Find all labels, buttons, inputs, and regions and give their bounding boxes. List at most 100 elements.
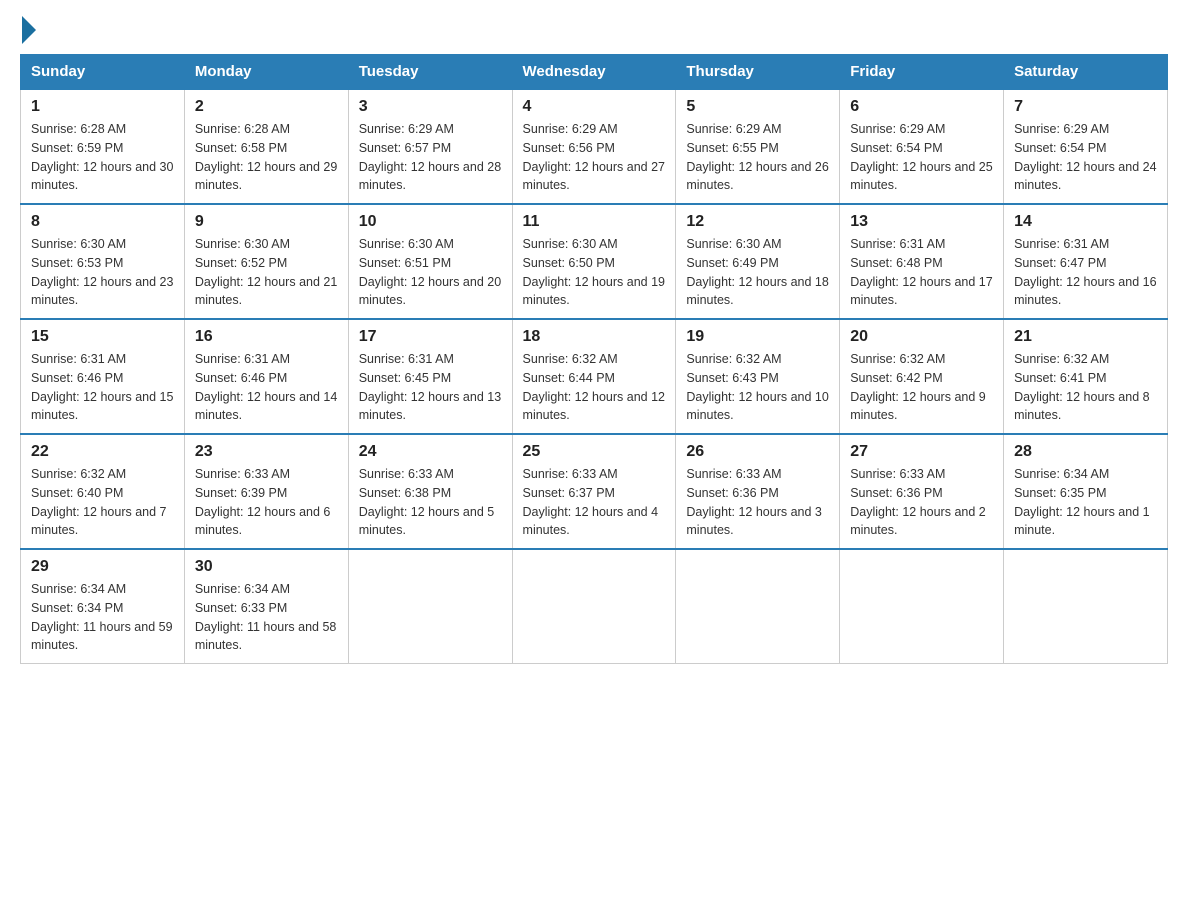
- day-info: Sunrise: 6:29 AMSunset: 6:55 PMDaylight:…: [686, 120, 829, 195]
- day-number: 15: [31, 328, 174, 346]
- calendar-cell: 25 Sunrise: 6:33 AMSunset: 6:37 PMDayligh…: [512, 434, 676, 549]
- calendar-cell: 23 Sunrise: 6:33 AMSunset: 6:39 PMDayligh…: [184, 434, 348, 549]
- calendar-cell: 27 Sunrise: 6:33 AMSunset: 6:36 PMDayligh…: [840, 434, 1004, 549]
- day-info: Sunrise: 6:29 AMSunset: 6:54 PMDaylight:…: [850, 120, 993, 195]
- column-header-wednesday: Wednesday: [512, 55, 676, 90]
- day-number: 23: [195, 443, 338, 461]
- day-info: Sunrise: 6:31 AMSunset: 6:45 PMDaylight:…: [359, 350, 502, 425]
- calendar-cell: 12 Sunrise: 6:30 AMSunset: 6:49 PMDayligh…: [676, 204, 840, 319]
- day-info: Sunrise: 6:30 AMSunset: 6:53 PMDaylight:…: [31, 235, 174, 310]
- calendar-cell: 13Sunrise: 6:31 AMSunset: 6:48 PMDayligh…: [840, 204, 1004, 319]
- calendar-cell: 28 Sunrise: 6:34 AMSunset: 6:35 PMDayligh…: [1004, 434, 1168, 549]
- column-header-friday: Friday: [840, 55, 1004, 90]
- day-number: 14: [1014, 213, 1157, 231]
- day-number: 7: [1014, 98, 1157, 116]
- day-info: Sunrise: 6:32 AMSunset: 6:42 PMDaylight:…: [850, 350, 993, 425]
- day-number: 6: [850, 98, 993, 116]
- calendar-week-row: 8 Sunrise: 6:30 AMSunset: 6:53 PMDaylight…: [21, 204, 1168, 319]
- calendar-cell: 18Sunrise: 6:32 AMSunset: 6:44 PMDayligh…: [512, 319, 676, 434]
- calendar-cell: 24Sunrise: 6:33 AMSunset: 6:38 PMDayligh…: [348, 434, 512, 549]
- calendar-cell: 30 Sunrise: 6:34 AMSunset: 6:33 PMDayligh…: [184, 549, 348, 664]
- day-info: Sunrise: 6:30 AMSunset: 6:52 PMDaylight:…: [195, 235, 338, 310]
- day-number: 17: [359, 328, 502, 346]
- logo: [20, 20, 36, 38]
- day-number: 27: [850, 443, 993, 461]
- day-number: 24: [359, 443, 502, 461]
- day-number: 12: [686, 213, 829, 231]
- day-number: 11: [523, 213, 666, 231]
- calendar-cell: 5Sunrise: 6:29 AMSunset: 6:55 PMDaylight…: [676, 89, 840, 204]
- calendar-cell: 7 Sunrise: 6:29 AMSunset: 6:54 PMDaylight…: [1004, 89, 1168, 204]
- calendar-week-row: 22 Sunrise: 6:32 AMSunset: 6:40 PMDayligh…: [21, 434, 1168, 549]
- day-info: Sunrise: 6:30 AMSunset: 6:51 PMDaylight:…: [359, 235, 502, 310]
- calendar-cell: 17 Sunrise: 6:31 AMSunset: 6:45 PMDayligh…: [348, 319, 512, 434]
- day-info: Sunrise: 6:34 AMSunset: 6:35 PMDaylight:…: [1014, 465, 1157, 540]
- calendar-cell: [1004, 549, 1168, 664]
- day-info: Sunrise: 6:32 AMSunset: 6:40 PMDaylight:…: [31, 465, 174, 540]
- calendar-cell: 19 Sunrise: 6:32 AMSunset: 6:43 PMDayligh…: [676, 319, 840, 434]
- calendar-cell: 4 Sunrise: 6:29 AMSunset: 6:56 PMDaylight…: [512, 89, 676, 204]
- day-info: Sunrise: 6:30 AMSunset: 6:50 PMDaylight:…: [523, 235, 666, 310]
- day-number: 20: [850, 328, 993, 346]
- calendar-cell: 3 Sunrise: 6:29 AMSunset: 6:57 PMDaylight…: [348, 89, 512, 204]
- day-info: Sunrise: 6:32 AMSunset: 6:43 PMDaylight:…: [686, 350, 829, 425]
- calendar-cell: 16 Sunrise: 6:31 AMSunset: 6:46 PMDayligh…: [184, 319, 348, 434]
- column-header-saturday: Saturday: [1004, 55, 1168, 90]
- day-number: 21: [1014, 328, 1157, 346]
- day-info: Sunrise: 6:33 AMSunset: 6:36 PMDaylight:…: [850, 465, 993, 540]
- calendar-cell: 6 Sunrise: 6:29 AMSunset: 6:54 PMDaylight…: [840, 89, 1004, 204]
- day-info: Sunrise: 6:31 AMSunset: 6:46 PMDaylight:…: [31, 350, 174, 425]
- day-info: Sunrise: 6:28 AMSunset: 6:58 PMDaylight:…: [195, 120, 338, 195]
- day-number: 13: [850, 213, 993, 231]
- calendar-cell: 1Sunrise: 6:28 AMSunset: 6:59 PMDaylight…: [21, 89, 185, 204]
- day-number: 25: [523, 443, 666, 461]
- calendar-cell: 29Sunrise: 6:34 AMSunset: 6:34 PMDayligh…: [21, 549, 185, 664]
- day-number: 28: [1014, 443, 1157, 461]
- calendar-cell: 8 Sunrise: 6:30 AMSunset: 6:53 PMDaylight…: [21, 204, 185, 319]
- calendar-cell: 21 Sunrise: 6:32 AMSunset: 6:41 PMDayligh…: [1004, 319, 1168, 434]
- calendar-cell: 26 Sunrise: 6:33 AMSunset: 6:36 PMDayligh…: [676, 434, 840, 549]
- calendar-cell: 14Sunrise: 6:31 AMSunset: 6:47 PMDayligh…: [1004, 204, 1168, 319]
- day-info: Sunrise: 6:33 AMSunset: 6:36 PMDaylight:…: [686, 465, 829, 540]
- day-number: 22: [31, 443, 174, 461]
- page-header: [20, 20, 1168, 38]
- calendar-week-row: 29Sunrise: 6:34 AMSunset: 6:34 PMDayligh…: [21, 549, 1168, 664]
- day-number: 8: [31, 213, 174, 231]
- day-info: Sunrise: 6:29 AMSunset: 6:56 PMDaylight:…: [523, 120, 666, 195]
- calendar-cell: 2 Sunrise: 6:28 AMSunset: 6:58 PMDaylight…: [184, 89, 348, 204]
- calendar-cell: 10 Sunrise: 6:30 AMSunset: 6:51 PMDayligh…: [348, 204, 512, 319]
- calendar-header-row: SundayMondayTuesdayWednesdayThursdayFrid…: [21, 55, 1168, 90]
- day-number: 19: [686, 328, 829, 346]
- day-info: Sunrise: 6:31 AMSunset: 6:46 PMDaylight:…: [195, 350, 338, 425]
- day-number: 3: [359, 98, 502, 116]
- logo-arrow-icon: [22, 16, 36, 44]
- calendar-cell: [676, 549, 840, 664]
- day-info: Sunrise: 6:33 AMSunset: 6:39 PMDaylight:…: [195, 465, 338, 540]
- calendar-cell: 22 Sunrise: 6:32 AMSunset: 6:40 PMDayligh…: [21, 434, 185, 549]
- calendar-cell: [512, 549, 676, 664]
- day-info: Sunrise: 6:32 AMSunset: 6:41 PMDaylight:…: [1014, 350, 1157, 425]
- day-number: 18: [523, 328, 666, 346]
- column-header-sunday: Sunday: [21, 55, 185, 90]
- day-number: 26: [686, 443, 829, 461]
- day-info: Sunrise: 6:34 AMSunset: 6:34 PMDaylight:…: [31, 580, 174, 655]
- day-info: Sunrise: 6:34 AMSunset: 6:33 PMDaylight:…: [195, 580, 338, 655]
- day-info: Sunrise: 6:29 AMSunset: 6:54 PMDaylight:…: [1014, 120, 1157, 195]
- day-info: Sunrise: 6:29 AMSunset: 6:57 PMDaylight:…: [359, 120, 502, 195]
- day-number: 4: [523, 98, 666, 116]
- day-number: 16: [195, 328, 338, 346]
- day-number: 30: [195, 558, 338, 576]
- day-info: Sunrise: 6:30 AMSunset: 6:49 PMDaylight:…: [686, 235, 829, 310]
- calendar-cell: [348, 549, 512, 664]
- day-number: 10: [359, 213, 502, 231]
- calendar-cell: 11 Sunrise: 6:30 AMSunset: 6:50 PMDayligh…: [512, 204, 676, 319]
- column-header-monday: Monday: [184, 55, 348, 90]
- calendar-cell: 15 Sunrise: 6:31 AMSunset: 6:46 PMDayligh…: [21, 319, 185, 434]
- column-header-thursday: Thursday: [676, 55, 840, 90]
- day-info: Sunrise: 6:33 AMSunset: 6:37 PMDaylight:…: [523, 465, 666, 540]
- calendar-cell: [840, 549, 1004, 664]
- day-info: Sunrise: 6:28 AMSunset: 6:59 PMDaylight:…: [31, 120, 174, 195]
- column-header-tuesday: Tuesday: [348, 55, 512, 90]
- day-number: 2: [195, 98, 338, 116]
- calendar-cell: 9Sunrise: 6:30 AMSunset: 6:52 PMDaylight…: [184, 204, 348, 319]
